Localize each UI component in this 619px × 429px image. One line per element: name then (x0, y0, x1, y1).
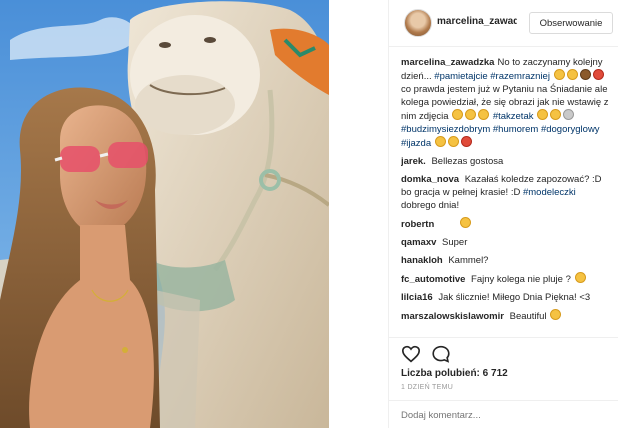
follow-button[interactable]: Obserwowanie (529, 12, 613, 34)
emoji-icon (563, 109, 575, 120)
author-username[interactable]: marcelina_zawadzka (437, 16, 517, 27)
add-comment-area (389, 400, 618, 429)
emoji-icon (574, 272, 586, 283)
emoji-icon (478, 109, 490, 120)
hashtag[interactable]: #dogoryglowy (541, 124, 600, 135)
comment-item: marszalowskislawomir Beautiful (401, 309, 611, 323)
instagram-post-page: marcelina_zawadzka Obserwowanie marcelin… (0, 0, 619, 428)
emoji-icon (550, 309, 562, 320)
comment-text-tail: dobrego dnia! (401, 200, 460, 211)
comment-item: qamaxv Super (401, 236, 611, 249)
comment-username[interactable]: marszalowskislawomir (401, 311, 504, 322)
author-avatar[interactable] (404, 9, 432, 37)
hashtag[interactable]: #ijazda (401, 138, 431, 149)
comment-item: domka_nova Kazałaś koledze zapozować? :D… (401, 173, 611, 212)
comment-username[interactable]: fc_automotive (401, 274, 465, 285)
emoji-icon (452, 109, 464, 120)
emoji-icon (447, 136, 459, 147)
post-timestamp[interactable]: 1 DZIEŃ TEMU (401, 384, 453, 391)
comment-username[interactable]: domka_nova (401, 174, 459, 185)
hashtag[interactable]: #modeleczki (523, 187, 576, 198)
comment-item: fc_automotive Fajny kolega nie pluje ? (401, 272, 611, 286)
comment-username[interactable]: lilcia16 (401, 292, 433, 303)
selfie-with-camel-image (0, 0, 329, 428)
comment-username[interactable]: hanakloh (401, 255, 443, 266)
hashtag[interactable]: #pamietajcie (434, 71, 487, 82)
post-photo[interactable] (0, 0, 329, 428)
comments-list: marcelina_zawadzka No to zaczynamy kolejn… (401, 56, 611, 334)
post-actions: Liczba polubień: 6 712 1 DZIEŃ TEMU (389, 337, 618, 428)
comment-bubble-icon[interactable] (431, 345, 451, 366)
comment-text: Beautiful (509, 311, 547, 322)
add-comment-input[interactable] (401, 410, 601, 421)
heart-icon[interactable] (401, 345, 421, 366)
comment-username[interactable]: jarek. (401, 156, 426, 167)
comment-text: Super (442, 237, 468, 248)
hashtag[interactable]: #razemrazniej (490, 71, 550, 82)
emoji-icon (592, 69, 604, 80)
emoji-icon (579, 69, 591, 80)
emoji-icon (434, 136, 446, 147)
emoji-icon (553, 69, 565, 80)
hashtag[interactable]: #budzimysiezdobrym (401, 124, 490, 135)
emoji-icon (566, 69, 578, 80)
comment-item: lilcia16 Jak ślicznie! Miłego Dnia Piękn… (401, 291, 611, 304)
comment-text: Fajny kolega nie pluje ? (471, 274, 571, 285)
sidebar-inner: marcelina_zawadzka Obserwowanie marcelin… (388, 0, 618, 428)
comment-item: robertn (401, 217, 611, 231)
comment-username[interactable]: qamaxv (401, 237, 436, 248)
hashtag[interactable]: #humorem (493, 124, 538, 135)
emoji-icon (465, 109, 477, 120)
emoji-icon (550, 109, 562, 120)
hashtag[interactable]: #takzetak (493, 111, 534, 122)
comment-item: jarek. Bellezas gostosa (401, 155, 611, 168)
comment-item: hanakloh Kammel? (401, 254, 611, 267)
comment-text: Jak ślicznie! Miłego Dnia Piękna! <3 (438, 292, 591, 303)
comment-text: Bellezas gostosa (431, 156, 504, 167)
emoji-icon (460, 136, 472, 147)
post-header: marcelina_zawadzka Obserwowanie (389, 0, 618, 47)
emoji-icon (537, 109, 549, 120)
likes-count[interactable]: Liczba polubień: 6 712 (401, 368, 508, 379)
post-sidebar: marcelina_zawadzka Obserwowanie marcelin… (388, 0, 619, 428)
comment-text: Kammel? (448, 255, 489, 266)
comment-username[interactable]: robertn (401, 219, 434, 230)
caption: marcelina_zawadzka No to zaczynamy kolejn… (401, 56, 611, 150)
caption-username[interactable]: marcelina_zawadzka (401, 57, 494, 68)
emoji-icon (459, 217, 471, 228)
